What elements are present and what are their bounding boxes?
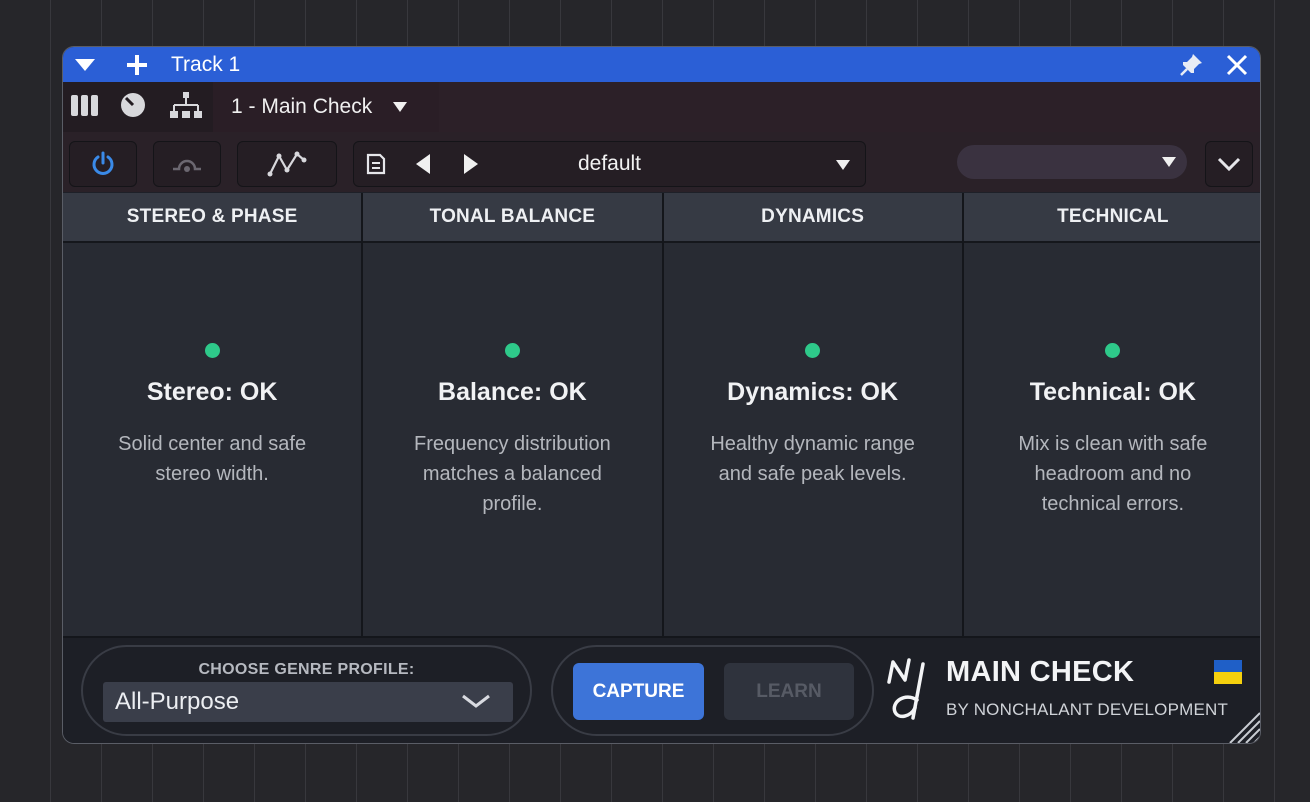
automation-button[interactable]	[237, 141, 337, 187]
status-text: Balance: OK	[438, 378, 587, 406]
capture-group: CAPTURE LEARN	[551, 645, 874, 736]
status-indicator	[504, 343, 520, 358]
panel-header: TECHNICAL	[963, 193, 1260, 243]
chevron-down-icon[interactable]	[73, 53, 97, 77]
track-title: Track 1	[171, 52, 241, 76]
panel-technical: TECHNICAL Technical: OK Mix is clean wit…	[963, 193, 1260, 636]
status-description: Frequency distribution matches a balance…	[413, 433, 611, 515]
pill-dropdown-arrow-icon	[1162, 157, 1176, 167]
brand-title: MAIN CHECK	[946, 656, 1135, 688]
plugin-slot-label: 1 - Main Check	[231, 95, 373, 118]
plugin-controls-bar: default	[63, 132, 1260, 192]
pill-dropdown[interactable]	[957, 145, 1187, 179]
panel-header: STEREO & PHASE	[63, 193, 362, 243]
caret-down-icon	[393, 102, 408, 112]
brand-subtitle: BY NONCHALANT DEVELOPMENT	[946, 700, 1229, 719]
host-toolbar: 1 - Main Check	[63, 82, 1260, 132]
resize-handle-icon[interactable]	[1224, 707, 1261, 744]
status-description: Solid center and safe stereo width.	[118, 433, 307, 485]
chevron-down-icon	[1217, 157, 1241, 171]
genre-profile-group: CHOOSE GENRE PROFILE: All-Purpose	[81, 645, 532, 736]
pin-icon[interactable]	[1178, 52, 1204, 78]
status-indicator	[1105, 343, 1121, 358]
status-text: Stereo: OK	[146, 378, 278, 406]
save-icon[interactable]	[366, 153, 386, 175]
panel-stereo: STEREO & PHASE Stereo: OK Solid center a…	[63, 193, 364, 636]
plugin-slot-tab[interactable]: 1 - Main Check	[213, 82, 439, 132]
power-button[interactable]	[69, 141, 137, 187]
title-bar: Track 1	[63, 47, 1260, 82]
genre-label: CHOOSE GENRE PROFILE:	[198, 661, 415, 678]
footer: CHOOSE GENRE PROFILE: All-Purpose CAPTUR…	[63, 636, 1261, 744]
status-indicator	[805, 343, 821, 358]
panel-header: TONAL BALANCE	[363, 193, 662, 243]
analysis-panels: STEREO & PHASE Stereo: OK Solid center a…	[63, 193, 1260, 636]
expand-button[interactable]	[1205, 141, 1253, 187]
status-description: Healthy dynamic range and safe peak leve…	[710, 433, 915, 485]
panel-dynamics: DYNAMICS Dynamics: OK Healthy dynamic ra…	[663, 193, 964, 636]
next-icon[interactable]	[462, 153, 480, 175]
knob-icon[interactable]	[120, 92, 146, 123]
bypass-button[interactable]	[153, 141, 221, 187]
status-text: Technical: OK	[1029, 378, 1196, 406]
plus-icon[interactable]	[125, 53, 149, 77]
routing-icon[interactable]	[168, 91, 204, 124]
prev-icon[interactable]	[414, 153, 432, 175]
plugin-window: Track 1 1 - Main Check default STEREO & …	[62, 46, 1261, 744]
automation-icon	[267, 151, 307, 177]
chevron-down-icon	[462, 694, 490, 708]
ukraine-flag-icon	[1214, 660, 1242, 684]
close-icon[interactable]	[1226, 54, 1248, 76]
status-indicator	[204, 343, 220, 358]
capture-button[interactable]: CAPTURE	[573, 663, 704, 720]
status-text: Dynamics: OK	[727, 378, 899, 406]
meter-bars-icon[interactable]	[70, 93, 100, 122]
preset-dropdown-icon[interactable]	[835, 159, 851, 171]
nd-logo-icon	[887, 658, 925, 720]
status-description: Mix is clean with safe headroom and no t…	[1018, 433, 1208, 515]
panel-header: DYNAMICS	[663, 193, 962, 243]
preset-browser: default	[353, 141, 866, 187]
learn-button[interactable]: LEARN	[724, 663, 854, 720]
genre-value: All-Purpose	[115, 688, 240, 715]
bypass-icon	[173, 159, 201, 172]
genre-select[interactable]: All-Purpose	[103, 682, 513, 722]
power-icon	[92, 151, 114, 175]
panel-tonal: TONAL BALANCE Balance: OK Frequency dist…	[363, 193, 664, 636]
